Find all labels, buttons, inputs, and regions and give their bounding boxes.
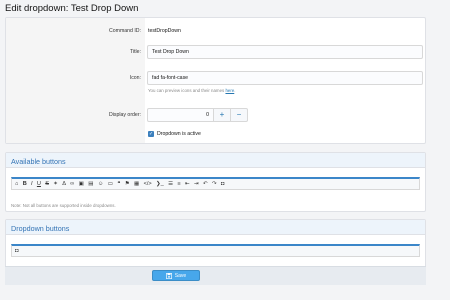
- camera-icon[interactable]: ◘: [221, 180, 224, 189]
- smilie-icon[interactable]: ☺: [98, 180, 104, 189]
- save-button[interactable]: Save: [152, 270, 200, 281]
- main-form-panel: Command ID: testDropDown Title: Test Dro…: [5, 17, 426, 144]
- image-icon[interactable]: ▣: [79, 180, 84, 189]
- indent-icon[interactable]: ⇥: [194, 180, 199, 189]
- display-order-stepper: 0 + −: [147, 108, 248, 122]
- list-icon[interactable]: ☰: [168, 180, 173, 189]
- decrement-button[interactable]: −: [231, 108, 248, 122]
- link-icon[interactable]: ∞: [70, 180, 74, 189]
- available-buttons-panel: Available buttons ⌂ B I U S ✶ Δ ∞ ▣ ▤ ☺ …: [5, 152, 426, 212]
- display-order-input[interactable]: 0: [147, 108, 214, 122]
- available-note: Note: Not all buttons are supported insi…: [11, 203, 116, 208]
- inline-code-icon[interactable]: ❯_: [156, 180, 164, 189]
- page-title: Edit dropdown: Test Drop Down: [5, 3, 139, 14]
- increment-button[interactable]: +: [214, 108, 231, 122]
- icon-hint: You can preview icons and their names he…: [148, 88, 236, 93]
- underline-icon[interactable]: U: [37, 180, 41, 189]
- font-size-icon[interactable]: Δ: [62, 180, 66, 189]
- available-buttons-title: Available buttons: [6, 153, 425, 168]
- icon-input[interactable]: fad fa-font-case: [147, 71, 423, 85]
- table-icon[interactable]: ▦: [134, 180, 139, 189]
- align-icon[interactable]: ≡: [177, 180, 180, 189]
- undo-icon[interactable]: ↶: [203, 180, 208, 189]
- spoiler-icon[interactable]: ⚑: [125, 180, 130, 189]
- icon-hint-link[interactable]: here: [225, 88, 234, 93]
- save-label: Save: [174, 272, 187, 279]
- title-label: Title:: [129, 49, 141, 55]
- available-toolbar: ⌂ B I U S ✶ Δ ∞ ▣ ▤ ☺ ▭ ❝ ⚑ ▦ </> ❯_ ☰ ≡…: [11, 177, 420, 190]
- bold-icon[interactable]: B: [23, 180, 27, 189]
- dropdown-toolbar[interactable]: ◘: [11, 244, 420, 257]
- redo-icon[interactable]: ↷: [212, 180, 217, 189]
- form-footer: Save: [5, 266, 426, 285]
- outdent-icon[interactable]: ⇤: [185, 180, 190, 189]
- label-column: [6, 18, 145, 143]
- save-icon: [165, 272, 172, 279]
- italic-icon[interactable]: I: [31, 180, 33, 189]
- code-icon[interactable]: </>: [144, 180, 152, 189]
- dropdown-buttons-title: Dropdown buttons: [6, 220, 425, 235]
- strikethrough-icon[interactable]: S: [45, 180, 49, 189]
- camera-icon[interactable]: ◘: [15, 247, 18, 256]
- video-icon[interactable]: ▭: [108, 180, 113, 189]
- command-id-value: testDropDown: [148, 28, 181, 34]
- display-order-label: Display order:: [108, 112, 141, 118]
- text-color-icon[interactable]: ✶: [53, 180, 58, 189]
- icon-hint-text: You can preview icons and their names: [148, 88, 225, 93]
- command-id-label: Command ID:: [109, 28, 141, 34]
- active-checkbox-label: Dropdown is active: [157, 131, 201, 137]
- home-icon[interactable]: ⌂: [15, 180, 18, 189]
- media-icon[interactable]: ▤: [88, 180, 93, 189]
- quote-icon[interactable]: ❝: [117, 180, 120, 189]
- active-checkbox-row[interactable]: ✓ Dropdown is active: [148, 131, 201, 137]
- icon-label: Icon:: [129, 75, 141, 81]
- title-input[interactable]: Test Drop Down: [147, 45, 423, 59]
- active-checkbox[interactable]: ✓: [148, 131, 154, 137]
